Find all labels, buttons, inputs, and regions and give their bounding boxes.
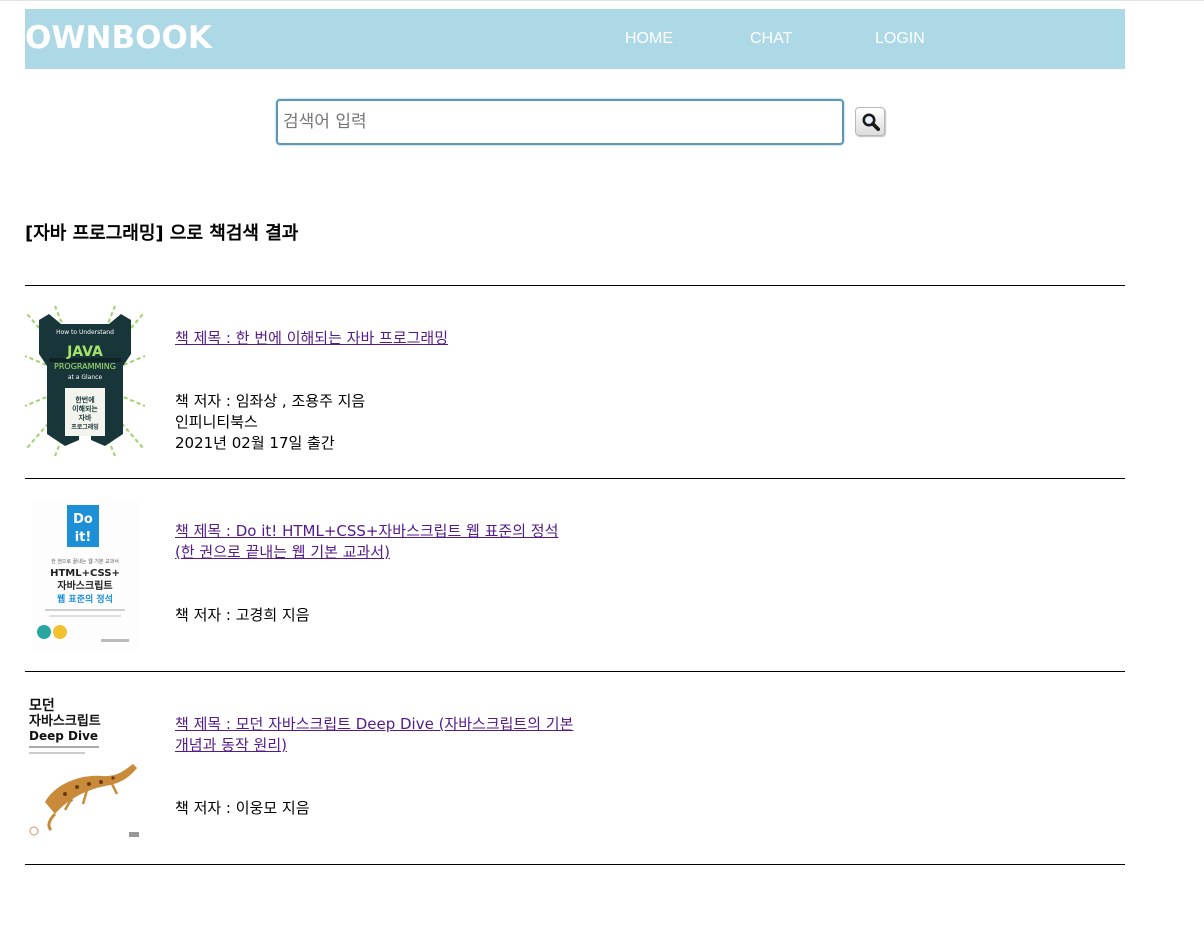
svg-text:웹 표준의 정석: 웹 표준의 정석: [57, 593, 113, 605]
book-cover-image[interactable]: 모던 자바스크립트 Deep Dive: [25, 692, 145, 842]
book-publish-date: 2021년 02월 17일 출간: [175, 434, 335, 452]
divider: [25, 671, 1125, 672]
nav-home-link[interactable]: HOME: [625, 29, 673, 49]
site-header: OWNBOOK HOME CHAT LOGIN: [25, 9, 1125, 69]
book-author: 책 저자 : 고경희 지음: [175, 606, 310, 624]
book-cover-image[interactable]: Do it! 한 권으로 끝내는 웹 기본 교과서 HTML+CSS+ 자바스크…: [25, 499, 145, 649]
book-meta: 책 저자 : 고경희 지음: [175, 605, 675, 626]
divider: [25, 478, 1125, 479]
svg-text:JAVA: JAVA: [66, 344, 103, 360]
search-result-heading: [자바 프로그래밍] 으로 책검색 결과: [25, 223, 299, 244]
book-meta: 책 저자 : 이웅모 지음: [175, 798, 675, 819]
site-logo[interactable]: OWNBOOK: [25, 20, 212, 56]
book-cover-image[interactable]: How to Understand JAVA PROGRAMMING at a …: [25, 306, 145, 456]
svg-text:Deep Dive: Deep Dive: [29, 729, 98, 743]
book-title-link[interactable]: 책 제목 : 모던 자바스크립트 Deep Dive (자바스크립트의 기본 개…: [175, 714, 575, 756]
svg-text:프로그래밍: 프로그래밍: [71, 423, 99, 431]
search-input[interactable]: [276, 99, 844, 145]
book-meta: 책 저자 : 임좌상 , 조용주 지음 인피니티북스 2021년 02월 17일…: [175, 391, 675, 454]
divider: [25, 285, 1125, 286]
svg-text:Do: Do: [73, 512, 93, 527]
svg-text:이해되는: 이해되는: [72, 404, 98, 413]
book-author: 책 저자 : 이웅모 지음: [175, 799, 310, 817]
nav-login-link[interactable]: LOGIN: [875, 29, 925, 49]
book-author: 책 저자 : 임좌상 , 조용주 지음: [175, 392, 366, 410]
divider: [25, 864, 1125, 865]
svg-text:모던: 모던: [29, 697, 55, 714]
book-publisher: 인피니티북스: [175, 413, 258, 431]
doit-book-cover: Do it! 한 권으로 끝내는 웹 기본 교과서 HTML+CSS+ 자바스크…: [25, 499, 145, 649]
nav-chat-link[interactable]: CHAT: [750, 29, 792, 49]
svg-text:한 권으로 끝내는 웹 기본 교과서: 한 권으로 끝내는 웹 기본 교과서: [51, 558, 119, 565]
search-button[interactable]: [855, 107, 885, 136]
svg-text:HTML+CSS+: HTML+CSS+: [50, 568, 120, 579]
svg-text:자바: 자바: [79, 413, 92, 422]
svg-text:자바스크립트: 자바스크립트: [29, 713, 101, 729]
svg-text:it!: it!: [75, 530, 92, 545]
window-top-border: [0, 0, 1204, 1]
svg-text:PROGRAMMING: PROGRAMMING: [54, 362, 116, 371]
book-title-link[interactable]: 책 제목 : Do it! HTML+CSS+자바스크립트 웹 표준의 정석 (…: [175, 521, 575, 563]
svg-text:자바스크립트: 자바스크립트: [57, 579, 112, 592]
magnifier-icon: [862, 113, 881, 132]
book-title-link[interactable]: 책 제목 : 한 번에 이해되는 자바 프로그래밍: [175, 328, 575, 349]
svg-text:How to Understand: How to Understand: [56, 329, 114, 336]
deepdive-book-cover: 모던 자바스크립트 Deep Dive: [25, 692, 145, 842]
svg-text:at a Glance: at a Glance: [68, 374, 103, 381]
svg-text:한번에: 한번에: [75, 395, 94, 404]
java-book-cover: How to Understand JAVA PROGRAMMING at a …: [25, 306, 145, 456]
